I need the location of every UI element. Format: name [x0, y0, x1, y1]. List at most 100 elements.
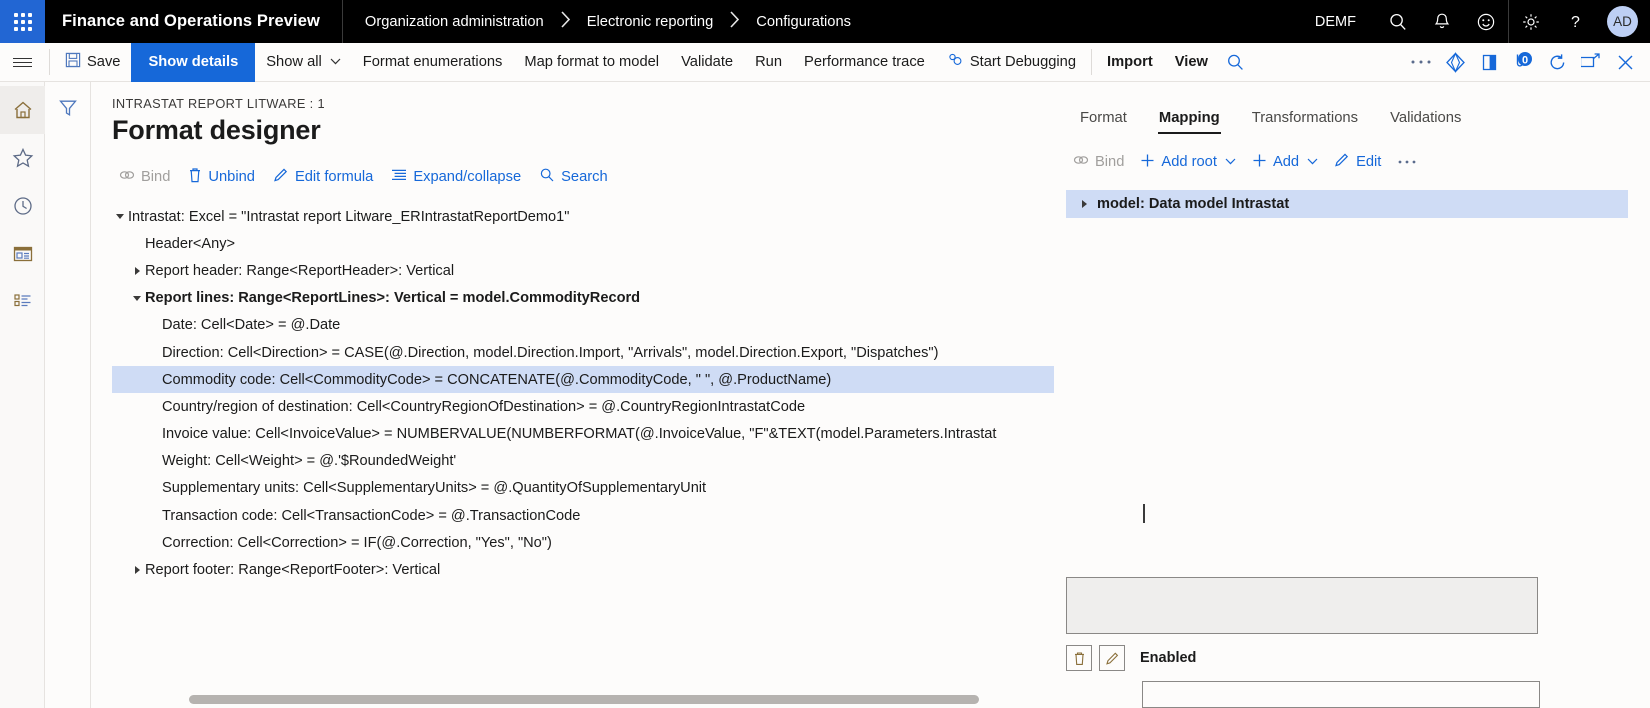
format-tree-node[interactable]: Report footer: Range<ReportFooter>: Vert… [112, 556, 1054, 583]
tab-validations[interactable]: Validations [1376, 104, 1475, 134]
avatar[interactable]: AD [1607, 6, 1638, 37]
import-button[interactable]: Import [1096, 43, 1164, 82]
format-tree-node-label: Report lines: Range<ReportLines>: Vertic… [145, 290, 641, 307]
overflow-ellipsis-icon[interactable] [1404, 43, 1438, 82]
share-icon[interactable] [1438, 43, 1472, 82]
format-tree-node[interactable]: Report header: Range<ReportHeader>: Vert… [112, 257, 1054, 284]
edit-formula-button[interactable]: Edit formula [266, 163, 380, 191]
format-tree-node[interactable]: Direction: Cell<Direction> = CASE(@.Dire… [112, 339, 1054, 366]
bind-button[interactable]: Bind [112, 164, 177, 190]
format-tree-node-label: Commodity code: Cell<CommodityCode> = CO… [162, 371, 832, 388]
format-tree-node[interactable]: Intrastat: Excel = "Intrastat report Lit… [112, 203, 1054, 230]
add-root-button[interactable]: Add root [1133, 149, 1243, 176]
chevron-down-icon[interactable] [129, 295, 145, 301]
breadcrumb-item-organization-administration[interactable]: Organization administration [365, 14, 544, 30]
view-button[interactable]: View [1164, 43, 1219, 82]
format-tree-node[interactable]: Country/region of destination: Cell<Coun… [112, 393, 1054, 420]
mapping-bind-button[interactable]: Bind [1066, 149, 1131, 175]
chevron-down-icon [1225, 157, 1236, 167]
filter-rail [45, 82, 91, 708]
company-selector[interactable]: DEMF [1295, 14, 1376, 30]
format-tree-node[interactable]: Weight: Cell<Weight> = @.'$RoundedWeight… [112, 448, 1054, 475]
link-bind-icon [119, 168, 135, 186]
expand-collapse-icon [391, 168, 407, 186]
favorites-star-icon[interactable] [0, 134, 45, 182]
horizontal-scrollbar[interactable] [189, 695, 1149, 704]
breadcrumb-item-electronic-reporting[interactable]: Electronic reporting [587, 14, 714, 30]
run-button[interactable]: Run [744, 43, 793, 82]
popout-icon[interactable] [1574, 43, 1608, 82]
format-tree-node-label: Report header: Range<ReportHeader>: Vert… [145, 262, 455, 279]
expand-collapse-label: Expand/collapse [413, 169, 522, 185]
add-button[interactable]: Add [1245, 149, 1325, 176]
svg-text:?: ? [1571, 14, 1580, 31]
workspaces-icon[interactable] [0, 230, 45, 278]
pencil-edit-icon [1334, 152, 1350, 172]
format-tree-node[interactable]: Header<Any> [112, 230, 1054, 257]
show-all-button[interactable]: Show all [255, 43, 352, 82]
attachment-count: 0 [1522, 55, 1528, 67]
add-label: Add [1272, 154, 1300, 170]
format-tree-node-label: Invoice value: Cell<InvoiceValue> = NUMB… [162, 426, 997, 443]
formula-textarea[interactable] [1066, 577, 1538, 634]
performance-trace-button[interactable]: Performance trace [793, 43, 936, 82]
format-tree-node[interactable]: Invoice value: Cell<InvoiceValue> = NUMB… [112, 421, 1054, 448]
tab-mapping[interactable]: Mapping [1145, 104, 1234, 134]
format-tree-node[interactable]: Transaction code: Cell<TransactionCode> … [112, 502, 1054, 529]
format-tree-node[interactable]: Supplementary units: Cell<SupplementaryU… [112, 475, 1054, 502]
nav-menu-icon[interactable] [0, 43, 45, 82]
expand-collapse-button[interactable]: Expand/collapse [384, 164, 528, 190]
chevron-right-icon[interactable] [129, 266, 145, 275]
mapping-edit-label: Edit [1356, 154, 1382, 170]
refresh-icon[interactable] [1540, 43, 1574, 82]
settings-gear-icon[interactable] [1509, 0, 1553, 43]
mapping-edit-button[interactable]: Edit [1327, 148, 1388, 176]
search-button[interactable]: Search [532, 163, 615, 191]
open-in-new-icon[interactable] [1472, 43, 1506, 82]
app-launcher-icon[interactable] [0, 0, 45, 43]
mapping-tree-node[interactable]: model: Data model Intrastat [1066, 190, 1628, 218]
tab-format[interactable]: Format [1066, 104, 1141, 134]
enabled-input[interactable] [1142, 681, 1540, 708]
mapping-action-bar: Bind Add root Add Edit [1066, 148, 1628, 176]
search-icon[interactable] [1376, 0, 1420, 43]
help-question-icon[interactable]: ? [1553, 0, 1597, 43]
unbind-button[interactable]: Unbind [181, 163, 262, 191]
format-tree-node[interactable]: Report lines: Range<ReportLines>: Vertic… [112, 285, 1054, 312]
start-debugging-button[interactable]: Start Debugging [936, 43, 1087, 82]
save-label: Save [87, 54, 121, 70]
unbind-label: Unbind [208, 169, 255, 185]
chevron-down-icon [1307, 157, 1318, 167]
save-button[interactable]: Save [54, 43, 131, 82]
format-tree-node-label: Country/region of destination: Cell<Coun… [162, 398, 806, 415]
format-enumerations-button[interactable]: Format enumerations [352, 43, 514, 82]
attachments-icon[interactable]: 0 [1506, 43, 1540, 82]
feedback-smiley-icon[interactable] [1464, 0, 1508, 43]
format-tree-node[interactable]: Date: Cell<Date> = @.Date [112, 312, 1054, 339]
toolbar-search-icon[interactable] [1219, 43, 1253, 82]
notifications-bell-icon[interactable] [1420, 0, 1464, 43]
format-tree-node[interactable]: Correction: Cell<Correction> = IF(@.Corr… [112, 529, 1054, 556]
show-details-button[interactable]: Show details [131, 42, 256, 82]
format-tree-node[interactable]: Commodity code: Cell<CommodityCode> = CO… [112, 366, 1054, 394]
breadcrumb-item-configurations[interactable]: Configurations [756, 14, 851, 30]
chevron-right-icon[interactable] [1076, 200, 1092, 208]
mapping-tree: model: Data model Intrastat [1066, 190, 1628, 218]
trash-delete-icon[interactable] [1066, 645, 1092, 671]
close-icon[interactable] [1608, 43, 1642, 82]
modules-list-icon[interactable] [0, 278, 45, 326]
designer-action-bar: Bind Unbind Edit formula Expand/collapse… [112, 163, 1054, 191]
plus-icon [1252, 153, 1267, 172]
validate-button[interactable]: Validate [670, 43, 744, 82]
pencil-edit-icon[interactable] [1099, 645, 1125, 671]
recent-clock-icon[interactable] [0, 182, 45, 230]
edit-formula-label: Edit formula [294, 169, 374, 185]
chevron-down-icon[interactable] [112, 214, 128, 220]
mapping-overflow-button[interactable] [1390, 150, 1424, 174]
filter-funnel-icon[interactable] [58, 98, 78, 708]
tab-transformations[interactable]: Transformations [1238, 104, 1372, 134]
scrollbar-thumb[interactable] [189, 695, 979, 704]
chevron-right-icon[interactable] [129, 566, 145, 575]
home-icon[interactable] [0, 86, 45, 134]
map-format-to-model-button[interactable]: Map format to model [513, 43, 670, 82]
